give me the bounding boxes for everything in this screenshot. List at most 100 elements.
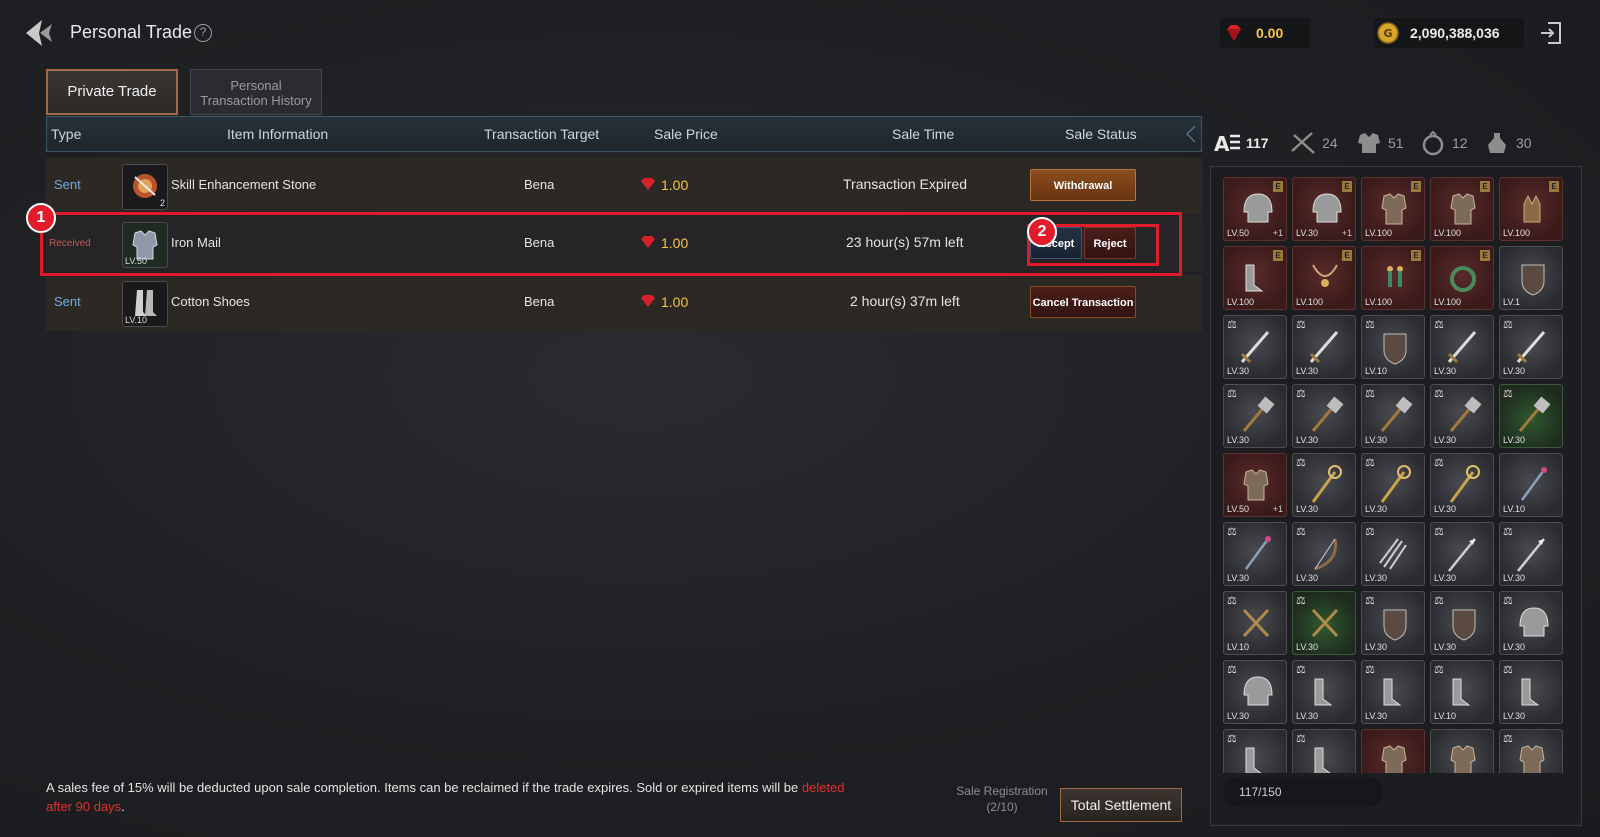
filter-all[interactable]: A 117 [1212, 126, 1269, 160]
inventory-slot[interactable]: ⚖ [1292, 729, 1356, 773]
sale-price: 1.00 [661, 177, 689, 193]
slot-level: LV.30 [1434, 366, 1457, 376]
inventory-slot[interactable]: ⚖ LV.30 [1499, 660, 1563, 724]
col-item-information: Item Information [227, 126, 329, 142]
filter-armor[interactable]: 51 [1354, 126, 1404, 160]
inventory-slot[interactable]: ⚖ LV.30 [1292, 453, 1356, 517]
withdrawal-button[interactable]: Withdrawal [1030, 169, 1136, 201]
inventory-slot[interactable]: ⚖ LV.10 [1430, 660, 1494, 724]
item-count: 2 [159, 198, 165, 208]
tradeable-scale-icon: ⚖ [1296, 388, 1306, 400]
col-sale-price: Sale Price [654, 126, 718, 142]
gold-currency: G 2,090,388,036 [1374, 18, 1524, 48]
tradeable-scale-icon: ⚖ [1434, 388, 1444, 400]
shield-icon [1521, 264, 1545, 296]
inventory-slot[interactable]: ⚖ LV.30 [1499, 522, 1563, 586]
inventory-slot[interactable]: ⚖ LV.30 [1292, 591, 1356, 655]
tradeable-scale-icon: ⚖ [1227, 526, 1237, 538]
inventory-slot[interactable]: E LV.50 +1 [1223, 177, 1287, 241]
inventory-slot[interactable]: ⚖ LV.30 [1361, 660, 1425, 724]
filter-weapons[interactable]: 24 [1288, 126, 1338, 160]
inventory-slot[interactable]: ⚖ LV.30 [1292, 522, 1356, 586]
inventory-slot[interactable]: ⚖ LV.30 [1430, 315, 1494, 379]
item-name: Cotton Shoes [171, 294, 250, 309]
wand-icon [1244, 536, 1271, 570]
inventory-slot[interactable]: E LV.100 [1361, 177, 1425, 241]
slot-level: LV.30 [1296, 228, 1319, 238]
inventory-slot[interactable]: ⚖ LV.30 [1223, 384, 1287, 448]
slot-level: LV.10 [1503, 504, 1526, 514]
inventory-slot[interactable]: ⚖ LV.30 [1499, 315, 1563, 379]
tradeable-scale-icon: ⚖ [1365, 526, 1375, 538]
armor-icon [1450, 745, 1476, 773]
inventory-slot[interactable]: ⚖ LV.10 [1223, 591, 1287, 655]
inventory-slot[interactable]: ⚖ LV.30 [1292, 660, 1356, 724]
filter-accessories[interactable]: 12 [1418, 126, 1468, 160]
inventory-slot[interactable]: ⚖ LV.30 [1223, 660, 1287, 724]
earring-icon [1387, 266, 1403, 287]
filter-consumables[interactable]: 30 [1482, 126, 1532, 160]
table-header: Type Item Information Transaction Target… [46, 116, 1202, 152]
boots-icon[interactable]: LV.10 [122, 281, 168, 327]
bow-icon [1314, 538, 1338, 571]
inventory-slot[interactable]: ⚖ LV.30 [1223, 315, 1287, 379]
inventory-slot[interactable]: E LV.30 +1 [1292, 177, 1356, 241]
inventory-slot[interactable]: ⚖ LV.30 [1361, 522, 1425, 586]
col-type: Type [51, 126, 82, 142]
fee-notice-end: . [121, 799, 125, 814]
help-icon[interactable]: ? [194, 24, 212, 42]
inventory-slot[interactable]: ⚖ LV.30 [1361, 453, 1425, 517]
tradeable-scale-icon: ⚖ [1227, 388, 1237, 400]
back-arrow-icon[interactable] [22, 16, 56, 50]
tradeable-scale-icon: ⚖ [1434, 595, 1444, 607]
inventory-slot[interactable]: LV.10 [1499, 453, 1563, 517]
inventory-slot[interactable] [1430, 729, 1494, 773]
inventory-slot[interactable]: ⚖ LV.30 [1499, 591, 1563, 655]
equipped-badge: E [1480, 250, 1490, 261]
inventory-slot[interactable]: LV.50 +1 [1223, 453, 1287, 517]
stone-icon[interactable]: 2 [122, 164, 168, 210]
inventory-slot[interactable]: ⚖ LV.30 [1361, 591, 1425, 655]
exit-icon[interactable] [1538, 20, 1564, 46]
inventory-slot[interactable]: ⚖ [1223, 729, 1287, 773]
inventory-slot[interactable]: ⚖ LV.30 [1430, 522, 1494, 586]
inventory-slot[interactable]: E LV.100 [1430, 177, 1494, 241]
inventory-slot[interactable]: ⚖ LV.30 [1292, 315, 1356, 379]
ruby-icon [641, 295, 655, 307]
inventory-slot[interactable]: ⚖ LV.30 [1499, 384, 1563, 448]
tab-private-trade[interactable]: Private Trade [46, 69, 178, 115]
inventory-slot[interactable]: ⚖ LV.10 [1361, 315, 1425, 379]
inventory-slot[interactable]: ⚖ LV.30 [1430, 453, 1494, 517]
inventory-slot[interactable]: ⚖ LV.30 [1430, 591, 1494, 655]
tradeable-scale-icon: ⚖ [1503, 664, 1513, 676]
boots-icon [1314, 747, 1331, 773]
inventory-slot[interactable]: ⚖ LV.30 [1223, 522, 1287, 586]
equipped-badge: E [1273, 181, 1283, 192]
tradeable-scale-icon: ⚖ [1296, 457, 1306, 469]
cancel-transaction-button[interactable]: Cancel Transaction [1030, 286, 1136, 318]
armor-icon [1519, 745, 1545, 773]
inventory-slot[interactable] [1361, 729, 1425, 773]
total-settlement-button[interactable]: Total Settlement [1060, 788, 1182, 822]
inventory-slot[interactable]: E LV.100 [1430, 246, 1494, 310]
necklace-icon [1312, 264, 1338, 287]
slot-level: LV.30 [1503, 435, 1526, 445]
tab-transaction-history[interactable]: Personal Transaction History [190, 69, 322, 115]
slot-level: LV.30 [1365, 642, 1388, 652]
tab-history-line2: Transaction History [200, 93, 312, 108]
inventory-slot[interactable]: E LV.100 [1361, 246, 1425, 310]
inventory-slot[interactable]: E LV.100 [1499, 177, 1563, 241]
inventory-slot[interactable]: ⚖ LV.30 [1361, 384, 1425, 448]
inventory-slot[interactable]: ⚖ LV.30 [1430, 384, 1494, 448]
slot-level: LV.30 [1434, 573, 1457, 583]
inventory-slot[interactable]: ⚖ [1499, 729, 1563, 773]
inventory-slot[interactable]: E LV.100 [1292, 246, 1356, 310]
inventory-slot[interactable]: LV.1 [1499, 246, 1563, 310]
spear-icon [1448, 538, 1476, 572]
inventory-slot[interactable]: E LV.100 [1223, 246, 1287, 310]
inventory-slot[interactable]: ⚖ LV.30 [1292, 384, 1356, 448]
tradeable-scale-icon: ⚖ [1227, 733, 1237, 745]
equipped-badge: E [1549, 181, 1559, 192]
equipped-badge: E [1480, 181, 1490, 192]
tradeable-scale-icon: ⚖ [1503, 319, 1513, 331]
